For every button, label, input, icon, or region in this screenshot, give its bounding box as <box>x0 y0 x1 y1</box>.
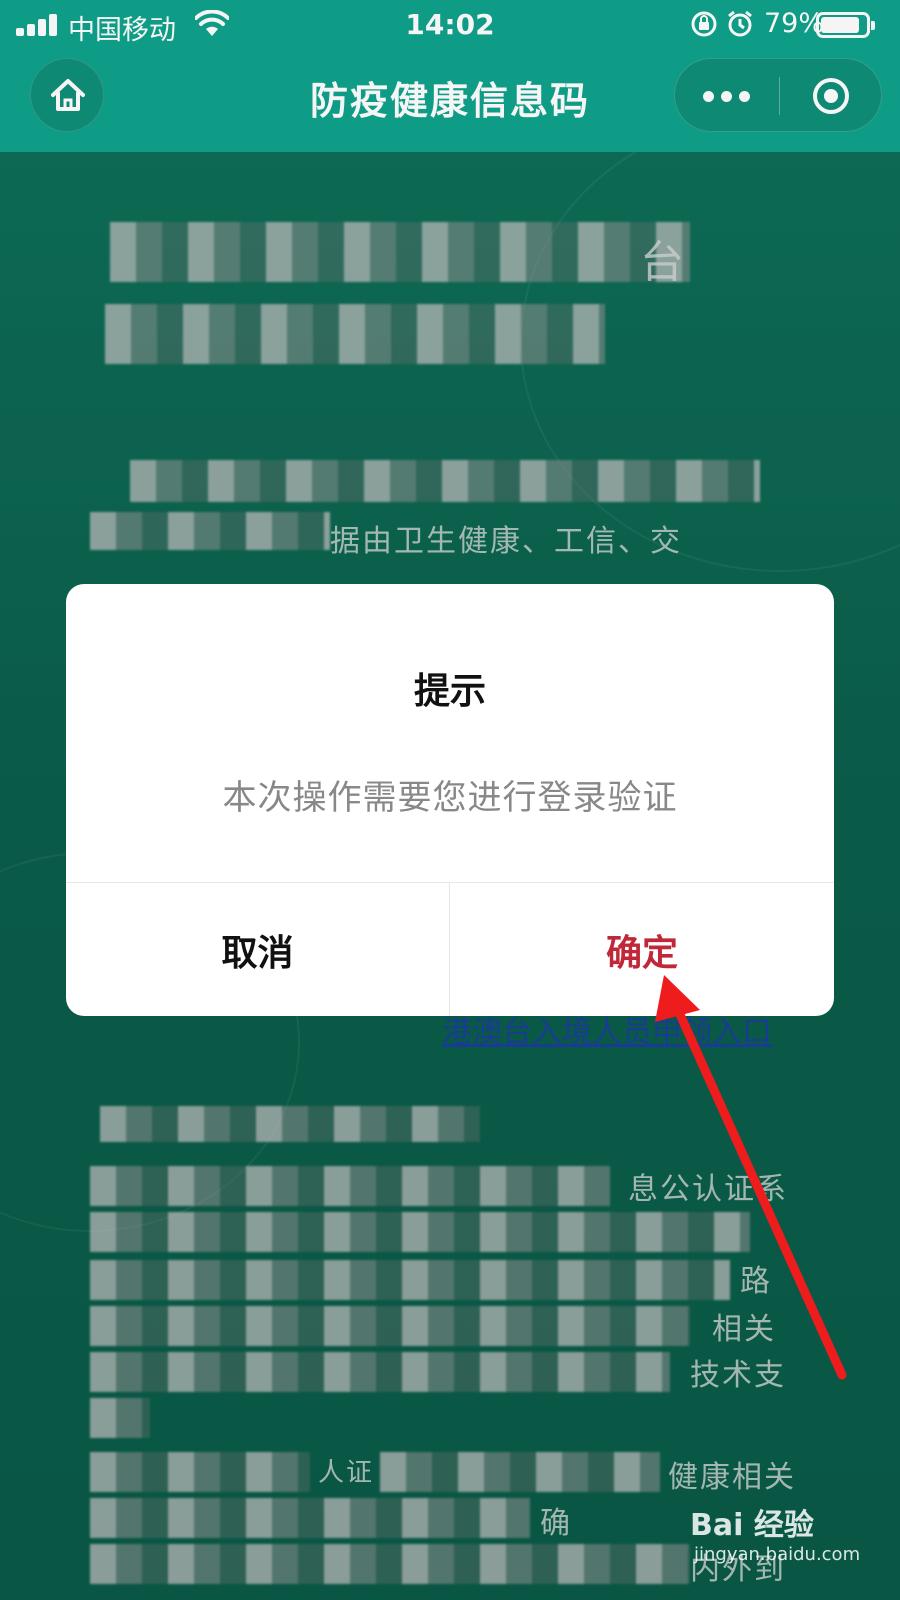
dialog-message: 本次操作需要您进行登录验证 <box>222 778 678 818</box>
baidu-jingyan-watermark: Bai 经验 jingyan.baidu.com <box>690 1500 880 1580</box>
dialog-actions: 取消 确定 <box>66 882 834 1016</box>
confirm-button[interactable]: 确定 <box>450 883 834 1016</box>
watermark-logo: Bai 经验 <box>690 1508 814 1543</box>
dialog-title: 提示 <box>413 671 486 712</box>
login-verification-dialog: 提示 本次操作需要您进行登录验证 取消 确定 <box>66 584 834 1016</box>
watermark-url: jingyan.baidu.com <box>694 1544 861 1565</box>
cancel-button[interactable]: 取消 <box>66 883 450 1016</box>
